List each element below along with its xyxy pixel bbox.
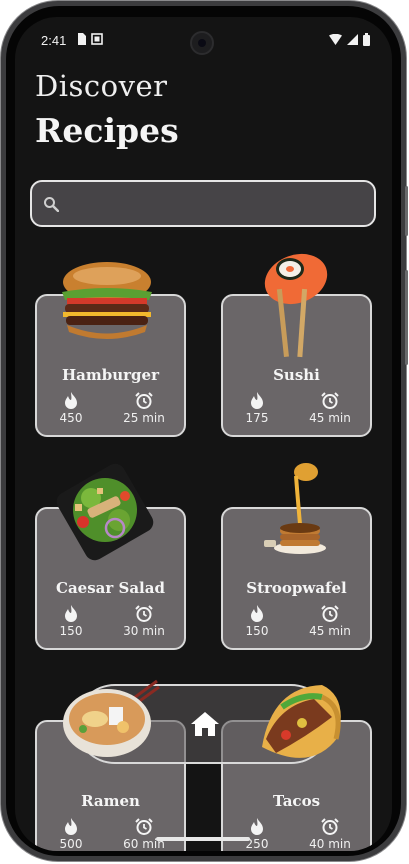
time-value: 45 min xyxy=(309,411,351,425)
time-value: 30 min xyxy=(123,624,165,638)
volume-button xyxy=(405,270,408,365)
recipe-name: Hamburger xyxy=(62,366,159,384)
calories-stat: 500 xyxy=(41,818,101,851)
ramen-image xyxy=(63,679,160,757)
signal-icon xyxy=(347,34,358,45)
app-screen: 2:41 Discover Recipes Hamburger 450 25 m… xyxy=(15,17,392,851)
header-title-recipes: Recipes xyxy=(35,111,179,150)
calories-stat: 150 xyxy=(227,605,287,638)
front-camera xyxy=(190,31,214,55)
status-system-icons xyxy=(329,33,370,46)
time-stat: 40 min xyxy=(300,818,360,851)
sushi-image xyxy=(264,253,328,358)
recipe-name: Caesar Salad xyxy=(56,579,165,597)
alarm-clock-icon xyxy=(321,392,339,409)
home-icon[interactable] xyxy=(190,711,220,737)
sim-card-icon xyxy=(78,33,86,45)
time-stat: 30 min xyxy=(114,605,174,638)
time-value: 25 min xyxy=(123,411,165,425)
recipe-name: Sushi xyxy=(273,366,320,384)
time-stat: 45 min xyxy=(300,605,360,638)
alarm-clock-icon xyxy=(321,605,339,622)
flame-icon xyxy=(251,392,263,409)
status-time: 2:41 xyxy=(41,33,67,48)
calories-value: 175 xyxy=(245,411,269,425)
calories-value: 150 xyxy=(245,624,269,638)
recipe-name: Stroopwafel xyxy=(246,579,347,597)
stroopwafel-image xyxy=(264,463,326,554)
wifi-icon xyxy=(329,34,342,45)
time-stat: 25 min xyxy=(114,392,174,425)
battery-icon xyxy=(363,33,370,46)
flame-icon xyxy=(65,818,77,835)
status-notification-icons xyxy=(76,33,103,45)
calories-stat: 175 xyxy=(227,392,287,425)
side-button xyxy=(405,186,408,236)
calories-stat: 450 xyxy=(41,392,101,425)
flame-icon xyxy=(251,818,263,835)
recipe-name: Ramen xyxy=(81,792,140,810)
time-value: 40 min xyxy=(309,837,351,851)
alarm-clock-icon xyxy=(135,818,153,835)
caesar-salad-image xyxy=(56,463,154,561)
search-icon xyxy=(44,197,59,212)
time-stat: 60 min xyxy=(114,818,174,851)
recipe-name: Tacos xyxy=(272,792,321,810)
calories-value: 500 xyxy=(59,837,83,851)
screenshot-icon xyxy=(91,33,103,45)
flame-icon xyxy=(251,605,263,622)
calories-stat: 150 xyxy=(41,605,101,638)
gesture-home-indicator[interactable] xyxy=(156,837,250,841)
calories-value: 150 xyxy=(59,624,83,638)
status-bar: 2:41 xyxy=(15,17,392,57)
header-title-discover: Discover xyxy=(35,69,168,103)
hamburger-image xyxy=(62,262,152,339)
alarm-clock-icon xyxy=(135,605,153,622)
flame-icon xyxy=(65,605,77,622)
time-stat: 45 min xyxy=(300,392,360,425)
alarm-clock-icon xyxy=(321,818,339,835)
tacos-image xyxy=(262,685,341,758)
alarm-clock-icon xyxy=(135,392,153,409)
search-input[interactable] xyxy=(30,180,376,227)
calories-value: 450 xyxy=(59,411,83,425)
calories-stat: 250 xyxy=(227,818,287,851)
flame-icon xyxy=(65,392,77,409)
time-value: 45 min xyxy=(309,624,351,638)
